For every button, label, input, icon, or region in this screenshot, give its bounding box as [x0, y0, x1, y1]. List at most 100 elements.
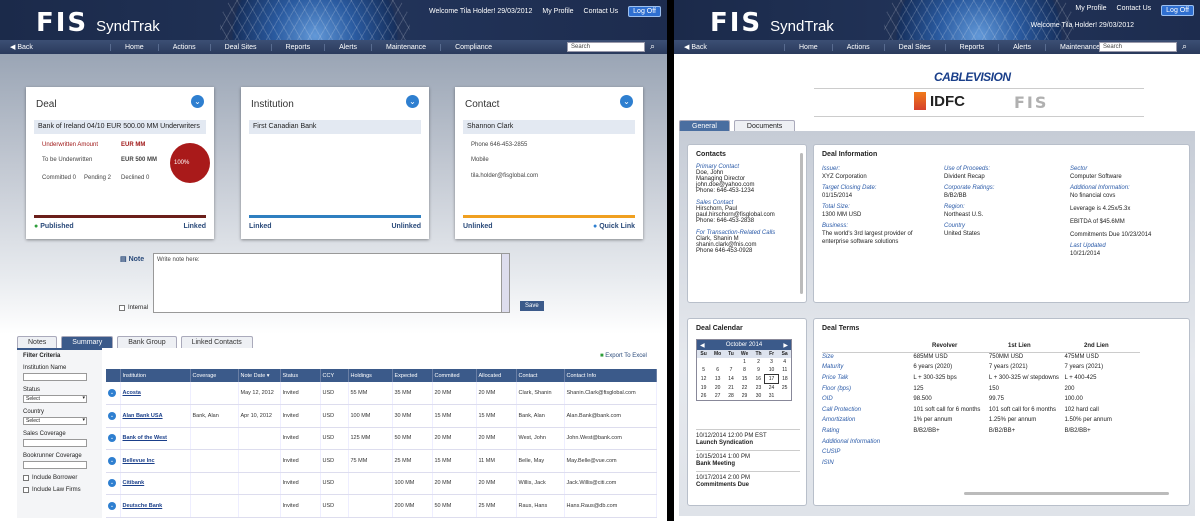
save-button[interactable]: Save	[520, 301, 544, 311]
table-row[interactable]: ⌄ Citibank Invited USD 100 MM 20 MM 20 MM Willi…	[106, 472, 657, 495]
tab-bank-group[interactable]: Bank Group	[117, 336, 177, 348]
nav-deal-sites[interactable]: Deal Sites	[209, 43, 271, 51]
table-cell[interactable]: Bellevue Inc	[120, 449, 191, 473]
column-header[interactable]: Commited	[432, 369, 477, 382]
logoff-button[interactable]: Log Off	[628, 6, 661, 17]
contact-us-link[interactable]: Contact Us	[584, 8, 619, 15]
calendar-day[interactable]: 12	[697, 375, 710, 384]
column-header[interactable]: Note Date ▾	[238, 369, 281, 382]
column-header[interactable]: Coverage	[190, 369, 239, 382]
tab-linked-contacts[interactable]: Linked Contacts	[180, 336, 253, 348]
my-profile-link[interactable]: My Profile	[1075, 5, 1106, 16]
table-cell[interactable]: Deutsche Bank	[120, 494, 191, 518]
table-cell[interactable]: Bank of the West	[120, 427, 191, 450]
chevron-left-icon[interactable]: ◀	[700, 342, 705, 349]
column-header[interactable]: Contact Info	[564, 369, 657, 382]
row-expand-icon[interactable]: ⌄	[106, 427, 121, 450]
calendar-event[interactable]: 10/15/2014 1:00 PM Bank Meeting	[696, 450, 800, 471]
back-button[interactable]: ◀ Back	[684, 43, 784, 51]
column-header[interactable]: Allocated	[476, 369, 517, 382]
row-expand-icon[interactable]: ⌄	[106, 404, 121, 428]
calendar-day[interactable]: 3	[765, 358, 779, 366]
institution-unlinked[interactable]: Unlinked	[391, 223, 421, 230]
calendar-day[interactable]: 28	[725, 392, 737, 400]
calendar-day[interactable]: 18	[778, 375, 791, 384]
search-icon[interactable]: ⌕	[1182, 41, 1187, 52]
contacts-scrollbar[interactable]	[800, 153, 803, 294]
row-expand-icon[interactable]: ⌄	[106, 472, 121, 495]
note-textarea[interactable]: Write note here:	[153, 253, 510, 313]
table-row[interactable]: ⌄ Alan Bank USA Bank, Alan Apr 10, 2012 Invi…	[106, 404, 657, 428]
calendar-day[interactable]: 6	[710, 366, 725, 375]
bookrunner-coverage-input[interactable]	[23, 461, 87, 469]
country-select[interactable]: Select	[23, 417, 87, 425]
table-cell[interactable]: Jack.Willis@citi.com	[564, 472, 657, 495]
include-borrower-checkbox[interactable]: Include Borrower	[23, 475, 96, 481]
column-header[interactable]: Holdings	[348, 369, 393, 382]
search-icon[interactable]: ⌕	[650, 41, 655, 52]
nav-alerts[interactable]: Alerts	[998, 43, 1045, 51]
table-row[interactable]: ⌄ Bank of the West Invited USD 125 MM 50 MM 20…	[106, 427, 657, 450]
chevron-down-icon[interactable]: ⌄	[191, 95, 204, 108]
tab-notes[interactable]: Notes	[17, 336, 58, 348]
row-expand-icon[interactable]: ⌄	[106, 449, 121, 473]
chevron-down-icon[interactable]: ⌄	[406, 95, 419, 108]
terms-scrollbar[interactable]	[964, 492, 1169, 495]
nav-reports[interactable]: Reports	[270, 43, 325, 51]
nav-alerts[interactable]: Alerts	[324, 43, 371, 51]
calendar-day[interactable]: 31	[765, 392, 779, 400]
sales-coverage-input[interactable]	[23, 439, 87, 447]
column-header[interactable]: Expected	[392, 369, 433, 382]
calendar-day[interactable]: 19	[697, 384, 710, 393]
nav-compliance[interactable]: Compliance	[440, 43, 506, 51]
row-expand-icon[interactable]: ⌄	[106, 494, 121, 518]
calendar-day[interactable]: 14	[725, 375, 737, 384]
search-input[interactable]: Search	[1099, 42, 1177, 52]
nav-deal-sites[interactable]: Deal Sites	[883, 43, 945, 51]
institution-name-input[interactable]	[23, 373, 87, 381]
calendar-day[interactable]: 13	[710, 375, 725, 384]
nav-actions[interactable]: Actions	[831, 43, 884, 51]
chevron-right-icon[interactable]: ▶	[783, 342, 788, 349]
calendar-day[interactable]: 23	[752, 384, 765, 393]
calendar-day[interactable]: 17	[764, 374, 779, 384]
nav-reports[interactable]: Reports	[944, 43, 999, 51]
table-cell[interactable]: May.Belle@vue.com	[564, 449, 657, 473]
row-expand-icon[interactable]: ⌄	[106, 382, 121, 405]
calendar-day[interactable]: 16	[752, 375, 765, 384]
calendar-day[interactable]: 30	[752, 392, 765, 400]
table-cell[interactable]: Acosta	[120, 382, 191, 405]
table-cell[interactable]: Hans.Raus@db.com	[564, 494, 657, 518]
institution-linked[interactable]: Linked	[249, 223, 272, 230]
contact-us-link[interactable]: Contact Us	[1117, 5, 1152, 16]
calendar-day[interactable]: 8	[737, 366, 752, 375]
calendar-day[interactable]: 7	[725, 366, 737, 375]
calendar-day[interactable]: 9	[752, 366, 765, 375]
nav-home[interactable]: Home	[784, 43, 832, 51]
table-row[interactable]: ⌄ Acosta May 12, 2012 Invited USD 55 MM 35 MM 2…	[106, 382, 657, 405]
internal-checkbox[interactable]: Internal	[119, 305, 148, 311]
tab-summary[interactable]: Summary	[61, 336, 114, 348]
table-cell[interactable]: Shanin.Clark@fisglobal.com	[564, 382, 657, 405]
note-scrollbar[interactable]	[501, 254, 509, 312]
calendar-day[interactable]: 2	[752, 358, 765, 366]
calendar-event[interactable]: 10/12/2014 12:00 PM EST Launch Syndicatio…	[696, 429, 800, 450]
contact-unlinked[interactable]: Unlinked	[463, 223, 493, 230]
calendar-day[interactable]: 27	[710, 392, 725, 400]
logoff-button[interactable]: Log Off	[1161, 5, 1194, 16]
calendar-day[interactable]: 1	[737, 358, 752, 366]
calendar-day[interactable]: 20	[710, 384, 725, 393]
nav-maintenance[interactable]: Maintenance	[370, 43, 440, 51]
my-profile-link[interactable]: My Profile	[542, 8, 573, 15]
calendar-event[interactable]: 10/17/2014 2:00 PM Commitments Due	[696, 471, 800, 492]
published-status[interactable]: ● Published	[34, 223, 74, 230]
calendar-day[interactable]: 26	[697, 392, 710, 400]
table-cell[interactable]: Alan Bank USA	[120, 404, 191, 428]
calendar-day[interactable]: 15	[737, 375, 752, 384]
calendar-day[interactable]: 25	[778, 384, 791, 393]
calendar-day[interactable]: 29	[737, 392, 752, 400]
calendar-day[interactable]: 5	[697, 366, 710, 375]
column-header[interactable]: Institution	[120, 369, 191, 382]
search-input[interactable]: Search	[567, 42, 645, 52]
status-select[interactable]: Select	[23, 395, 87, 403]
